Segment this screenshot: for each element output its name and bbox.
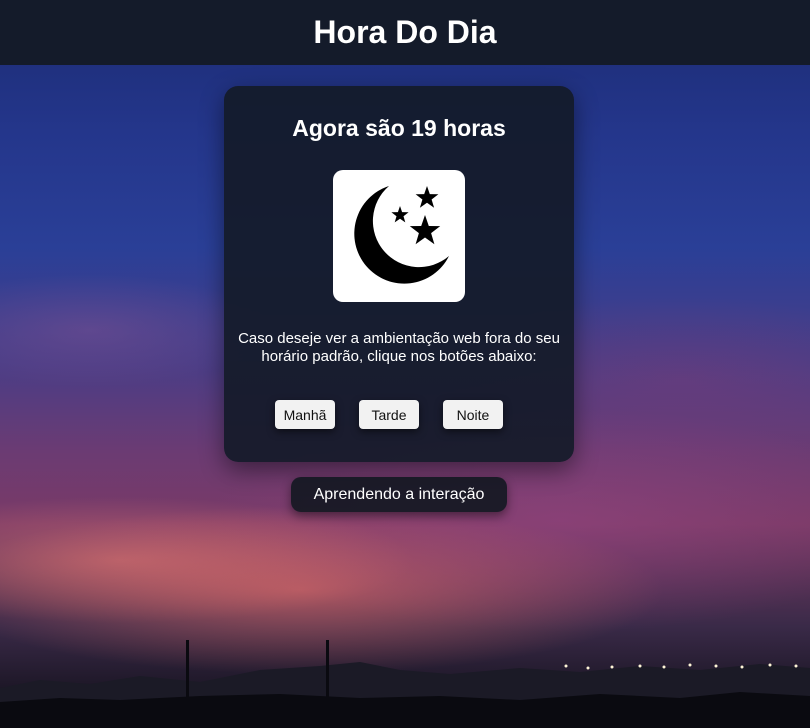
- afternoon-button[interactable]: Tarde: [359, 400, 419, 429]
- moon-stars-icon: [333, 170, 465, 302]
- app-header: Hora Do Dia: [0, 0, 810, 65]
- morning-button[interactable]: Manhã: [275, 400, 335, 429]
- city-skyline-silhouette: [0, 640, 810, 728]
- current-hour-heading: Agora são 19 horas: [292, 115, 506, 141]
- learning-interaction-button[interactable]: Aprendendo a interação: [291, 477, 507, 512]
- time-card: Agora são 19 horas Caso deseje ver a amb…: [224, 86, 574, 462]
- night-button[interactable]: Noite: [443, 400, 503, 429]
- page-title: Hora Do Dia: [313, 14, 497, 50]
- instructions-text: Caso deseje ver a ambientação web fora d…: [238, 330, 560, 365]
